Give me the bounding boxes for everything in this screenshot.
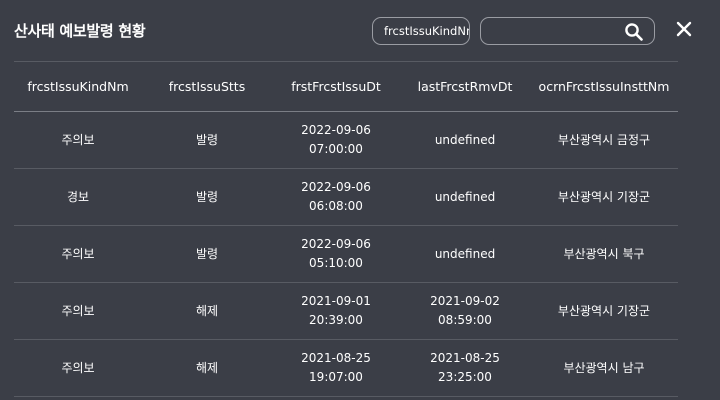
cell-institution: 부산광역시 기장군: [530, 168, 678, 226]
cell-status: 해제: [142, 339, 272, 397]
search-icon[interactable]: [624, 22, 644, 42]
cell-status: 발령: [142, 168, 272, 226]
column-header-kind: frcstIssuKindNm: [14, 62, 142, 112]
cell-status: 발령: [142, 111, 272, 169]
cell-first-datetime: 2021-09-01 20:39:00: [272, 282, 400, 340]
last-date: 2021-08-25: [430, 351, 500, 365]
first-time: 05:10:00: [309, 256, 363, 270]
last-time: 23:25:00: [438, 370, 492, 384]
first-date: 2022-09-06: [301, 180, 371, 194]
first-time: 20:39:00: [309, 313, 363, 327]
cell-last-datetime: undefined: [400, 168, 530, 226]
column-header-first-date: frstFrcstIssuDt: [272, 62, 400, 112]
close-icon[interactable]: [675, 20, 693, 38]
column-header-last-date: lastFrcstRmvDt: [400, 62, 530, 112]
search-kind-select[interactable]: frcstIssuKindNm: [372, 17, 470, 45]
cell-institution: 부산광역시 금정구: [530, 111, 678, 169]
cell-institution: 부산광역시 북구: [530, 225, 678, 283]
cell-first-datetime: 2022-09-06 06:08:00: [272, 168, 400, 226]
forecast-table: frcstIssuKindNm frcstIssuStts frstFrcstI…: [14, 62, 678, 397]
cell-status: 해제: [142, 282, 272, 340]
last-date: undefined: [434, 132, 496, 147]
table-row[interactable]: 주의보 발령 2022-09-06 07:00:00 undefined 부산광역…: [14, 111, 678, 169]
cell-kind: 경보: [14, 168, 142, 226]
column-header-status: frcstIssuStts: [142, 62, 272, 112]
search-input[interactable]: [489, 20, 618, 44]
first-date: 2022-09-06: [301, 237, 371, 251]
cell-kind: 주의보: [14, 282, 142, 340]
cell-first-datetime: 2022-09-06 05:10:00: [272, 225, 400, 283]
table-row[interactable]: 주의보 발령 2022-09-06 05:10:00 undefined 부산광역…: [14, 225, 678, 283]
cell-last-datetime: undefined: [400, 111, 530, 169]
first-time: 06:08:00: [309, 199, 363, 213]
column-header-institution: ocrnFrcstIssuInsttNm: [530, 62, 678, 112]
table-row[interactable]: 경보 발령 2022-09-06 06:08:00 undefined 부산광역시…: [14, 168, 678, 226]
first-date: 2022-09-06: [301, 123, 371, 137]
cell-institution: 부산광역시 남구: [530, 339, 678, 397]
last-date: 2021-09-02: [430, 294, 500, 308]
header: 산사태 예보발령 현황 frcstIssuKindNm: [0, 0, 720, 62]
first-date: 2021-09-01: [301, 294, 371, 308]
cell-last-datetime: 2021-08-25 23:25:00: [400, 339, 530, 397]
cell-first-datetime: 2021-08-25 19:07:00: [272, 339, 400, 397]
last-date: undefined: [434, 246, 496, 261]
cell-first-datetime: 2022-09-06 07:00:00: [272, 111, 400, 169]
first-date: 2021-08-25: [301, 351, 371, 365]
cell-last-datetime: 2021-09-02 08:59:00: [400, 282, 530, 340]
first-time: 07:00:00: [309, 142, 363, 156]
search-box[interactable]: [480, 17, 655, 45]
table-header-row: frcstIssuKindNm frcstIssuStts frstFrcstI…: [14, 62, 678, 112]
table-row[interactable]: 주의보 해제 2021-08-25 19:07:00 2021-08-25 23:2…: [14, 339, 678, 397]
cell-institution: 부산광역시 기장군: [530, 282, 678, 340]
cell-kind: 주의보: [14, 339, 142, 397]
page-title: 산사태 예보발령 현황: [14, 22, 146, 40]
cell-kind: 주의보: [14, 225, 142, 283]
last-time: 08:59:00: [438, 313, 492, 327]
cell-kind: 주의보: [14, 111, 142, 169]
first-time: 19:07:00: [309, 370, 363, 384]
table-row[interactable]: 주의보 해제 2021-09-01 20:39:00 2021-09-02 08:5…: [14, 282, 678, 340]
cell-last-datetime: undefined: [400, 225, 530, 283]
cell-status: 발령: [142, 225, 272, 283]
last-date: undefined: [434, 189, 496, 204]
